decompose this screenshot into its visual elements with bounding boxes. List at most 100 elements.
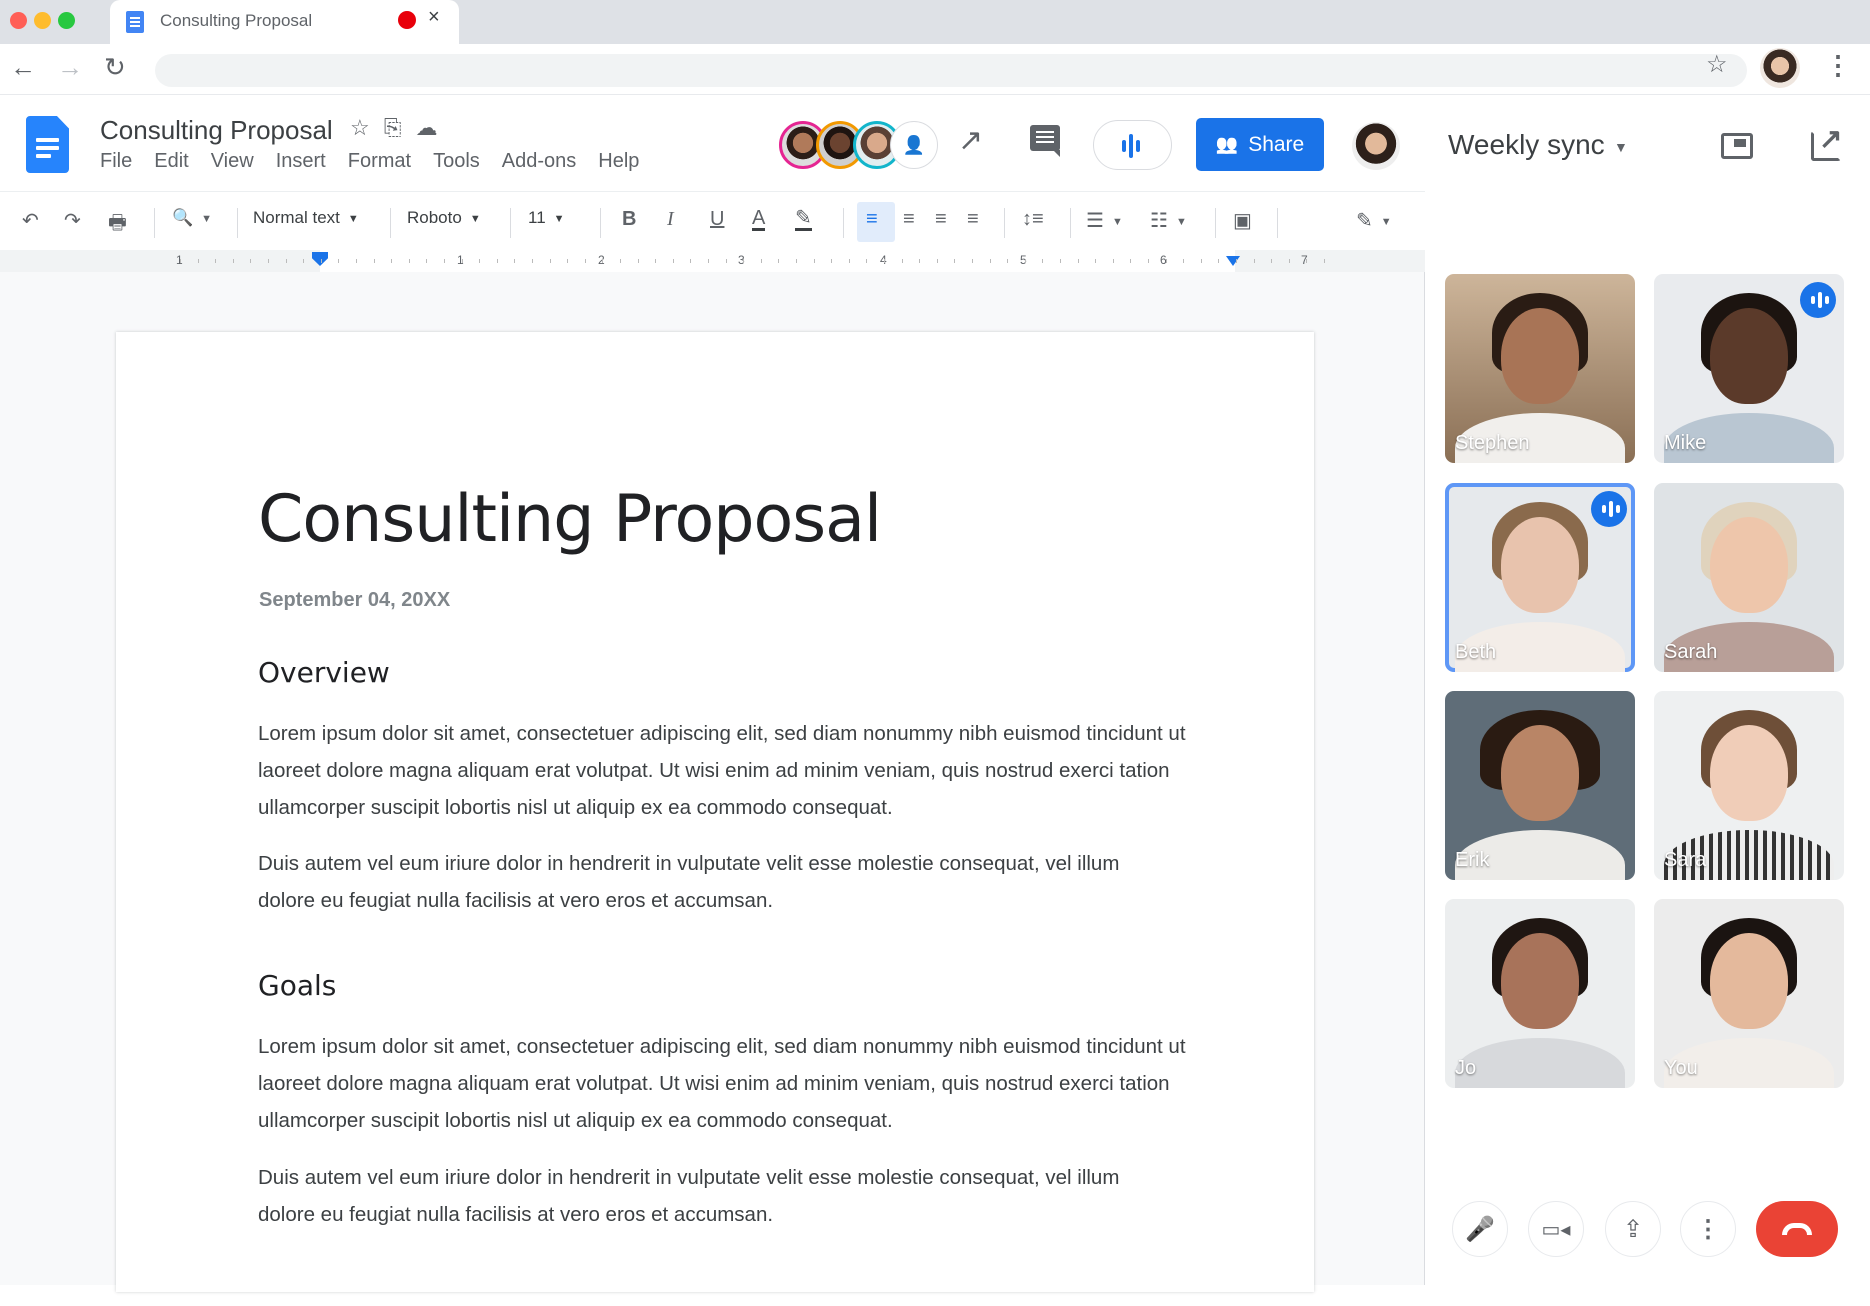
document-page[interactable]: Consulting Proposal September 04, 20XX O… (116, 332, 1314, 1292)
forward-button[interactable]: → (57, 52, 83, 83)
ruler-tick (198, 259, 199, 263)
bold-button[interactable]: B (622, 208, 636, 231)
participant-tile[interactable]: Sara (1654, 691, 1844, 880)
text-color-button[interactable]: A (752, 208, 766, 231)
participant-tile[interactable]: You (1654, 899, 1844, 1088)
paragraph-style-dropdown[interactable]: Normal text ▼ (253, 208, 359, 228)
participant-video (1710, 725, 1788, 822)
window-minimize-button[interactable] (34, 12, 51, 29)
ruler-tick (1254, 259, 1255, 263)
toolbar-divider (1004, 208, 1005, 238)
camera-button[interactable]: ▭◂ (1528, 1201, 1584, 1257)
chat-participants-icon[interactable]: 👤 (890, 121, 938, 169)
ruler-tick (1042, 259, 1043, 263)
menu-help[interactable]: Help (598, 150, 639, 173)
highlight-color-button[interactable]: ✎ (795, 208, 812, 231)
participant-tile[interactable]: Sarah (1654, 483, 1844, 672)
end-call-button[interactable] (1756, 1201, 1838, 1257)
back-button[interactable]: ← (10, 52, 36, 83)
speaking-indicator-icon (1800, 282, 1836, 318)
italic-button[interactable]: I (667, 208, 674, 231)
formatting-toolbar: ↶ ↷ 🖶 🔍 ▼ Normal text ▼ Roboto ▼ 11 ▼ B I U … (0, 191, 1425, 253)
ruler-tick (391, 259, 392, 263)
ruler[interactable]: 1 1 2 3 4 5 6 7 (0, 250, 1425, 272)
participant-name: Jo (1455, 1057, 1477, 1079)
numbered-list-button[interactable]: ☷ ▼ (1150, 208, 1187, 233)
more-vert-icon: ⋮ (1696, 1215, 1720, 1243)
font-size-dropdown[interactable]: 11 ▼ (528, 208, 565, 228)
participant-tile[interactable]: Beth (1445, 483, 1635, 672)
ruler-tick (972, 259, 973, 263)
menu-format[interactable]: Format (348, 150, 411, 173)
participant-tile[interactable]: Erik (1445, 691, 1635, 880)
menu-edit[interactable]: Edit (154, 150, 188, 173)
activity-trend-icon[interactable]: ↗ (958, 123, 983, 158)
participant-video (1710, 933, 1788, 1030)
document-title[interactable]: Consulting Proposal (100, 115, 333, 146)
ruler-tick (1306, 259, 1307, 263)
docs-editor: Consulting Proposal ☆ ⎘ ☁ File Edit View… (0, 95, 1425, 1292)
ruler-tick (250, 259, 251, 263)
browser-menu-button[interactable]: ⋮ (1825, 50, 1851, 81)
browser-profile-avatar[interactable] (1760, 48, 1800, 88)
menu-view[interactable]: View (211, 150, 254, 173)
present-screen-icon: ⇪ (1622, 1215, 1644, 1243)
redo-icon[interactable]: ↷ (64, 208, 81, 233)
insert-image-button[interactable]: ▣ (1233, 208, 1252, 233)
paragraph: Lorem ipsum dolor sit amet, consectetuer… (258, 1035, 1186, 1132)
reload-button[interactable]: ↻ (104, 52, 126, 83)
participant-video (1501, 308, 1579, 405)
bulleted-list-button[interactable]: ☰ ▼ (1086, 208, 1123, 233)
share-button[interactable]: 👥 Share (1196, 118, 1324, 171)
participant-tile[interactable]: Jo (1445, 899, 1635, 1088)
align-right-button[interactable]: ≡ (935, 208, 947, 231)
browser-tab[interactable]: Consulting Proposal × (110, 0, 459, 44)
ruler-tick (1324, 259, 1325, 263)
comments-icon[interactable] (1030, 125, 1060, 157)
undo-icon[interactable]: ↶ (22, 208, 39, 233)
menu-addons[interactable]: Add-ons (502, 150, 577, 173)
zoom-icon: 🔍 (172, 208, 194, 227)
menu-insert[interactable]: Insert (276, 150, 326, 173)
zoom-dropdown[interactable]: 🔍 ▼ (172, 208, 212, 228)
present-screen-button[interactable]: ⇪ (1605, 1201, 1661, 1257)
print-icon[interactable]: 🖶 (108, 208, 127, 242)
address-bar[interactable] (155, 54, 1747, 87)
participant-tile[interactable]: Stephen (1445, 274, 1635, 463)
open-in-new-window-icon[interactable] (1811, 122, 1842, 161)
participant-tile[interactable]: Mike (1654, 274, 1844, 463)
title-action-icons[interactable]: ☆ ⎘ ☁ (350, 115, 442, 141)
align-center-button[interactable]: ≡ (903, 208, 915, 231)
ruler-tick (919, 259, 920, 263)
docs-logo-icon[interactable] (26, 116, 69, 173)
ruler-tick (796, 259, 797, 263)
toolbar-divider (1277, 208, 1278, 238)
underline-button[interactable]: U (710, 208, 724, 231)
ruler-tick (884, 259, 885, 263)
picture-in-picture-icon[interactable] (1721, 133, 1753, 159)
menu-tools[interactable]: Tools (433, 150, 480, 173)
meet-call-button[interactable] (1093, 120, 1172, 170)
participant-name: Beth (1455, 641, 1497, 663)
participant-name: Mike (1664, 432, 1707, 454)
ruler-tick (690, 259, 691, 263)
font-family-dropdown[interactable]: Roboto ▼ (407, 208, 481, 228)
justify-button[interactable]: ≡ (967, 208, 979, 231)
meeting-title[interactable]: Weekly sync (1448, 129, 1605, 161)
ruler-tick (233, 259, 234, 263)
line-spacing-button[interactable]: ↕≡ (1022, 208, 1044, 231)
editing-mode-dropdown[interactable]: ✎ ▼ (1356, 208, 1392, 233)
tab-title: Consulting Proposal (160, 11, 313, 30)
menu-file[interactable]: File (100, 150, 132, 173)
window-close-button[interactable] (10, 12, 27, 29)
account-avatar[interactable] (1352, 122, 1400, 170)
ruler-tick (585, 259, 586, 263)
window-maximize-button[interactable] (58, 12, 75, 29)
tab-close-button[interactable]: × (428, 6, 440, 29)
more-options-button[interactable]: ⋮ (1680, 1201, 1736, 1257)
chevron-down-icon[interactable]: ▼ (1614, 139, 1628, 155)
bookmark-star-icon[interactable]: ☆ (1706, 50, 1728, 79)
microphone-button[interactable]: 🎤 (1452, 1201, 1508, 1257)
ruler-tick (1218, 259, 1219, 263)
ruler-tick (1060, 259, 1061, 263)
